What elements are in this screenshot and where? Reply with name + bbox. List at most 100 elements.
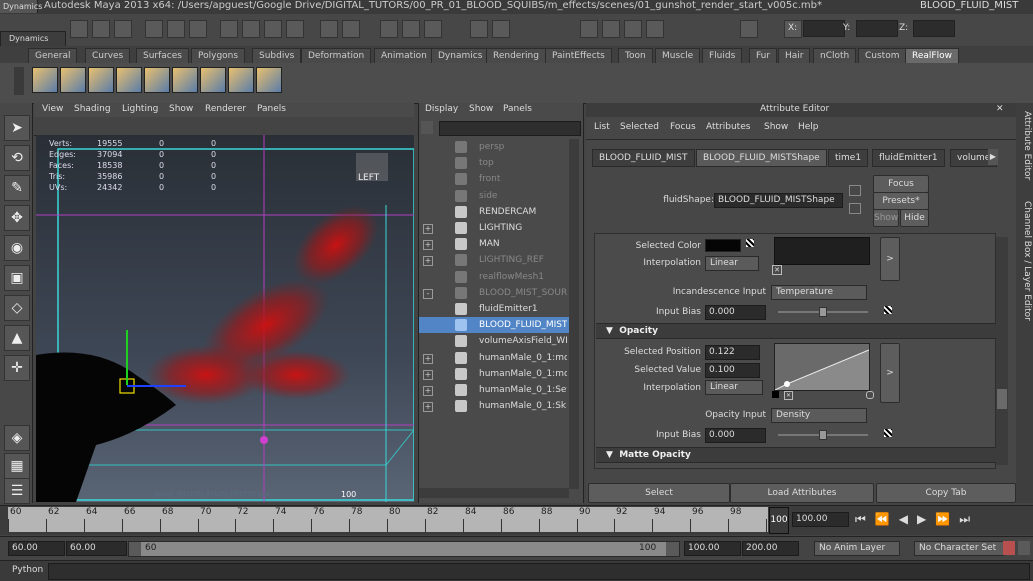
delete-handle-icon[interactable]: ✕ (784, 391, 793, 400)
outliner-filter-icon[interactable] (421, 121, 433, 134)
shelf-tab-rendering[interactable]: Rendering (486, 48, 546, 63)
command-language-label[interactable]: Python (12, 565, 43, 575)
opacity-input-bias-slider-handle[interactable] (819, 430, 827, 440)
shelf-tab-realflow[interactable]: RealFlow (905, 48, 959, 63)
play-forwards-icon[interactable]: ▶ (917, 512, 935, 526)
show-button[interactable]: Show (873, 209, 899, 227)
outliner-item[interactable]: + humanMale_0_1:mocap (419, 366, 569, 382)
snap-grid-icon[interactable] (220, 20, 238, 38)
ae-tab-time[interactable]: time1 (828, 149, 869, 167)
shelf-tab-subdivs[interactable]: Subdivs (252, 48, 302, 63)
shelf-tab-fur[interactable]: Fur (749, 48, 778, 63)
outliner-item[interactable]: + MAN (419, 236, 569, 252)
shelf-tab-toon[interactable]: Toon (618, 48, 653, 63)
menu-renderer[interactable]: Renderer (205, 104, 246, 114)
x-field[interactable] (803, 20, 845, 37)
select-hierarchy-icon[interactable] (145, 20, 163, 38)
ae-scrollbar[interactable] (996, 237, 1008, 465)
ae-menu-attributes[interactable]: Attributes (706, 122, 750, 132)
absolute-transform-icon[interactable] (740, 20, 758, 38)
ae-tab-transform[interactable]: BLOOD_FLUID_MIST (592, 149, 695, 167)
outliner-icon[interactable] (624, 20, 642, 38)
outliner-item[interactable]: volumeAxisField_WIND (419, 333, 569, 349)
outliner-item[interactable]: + humanMale_0_1:model (419, 350, 569, 366)
outliner-menu-panels[interactable]: Panels (503, 104, 532, 114)
outliner-menu-show[interactable]: Show (469, 104, 493, 114)
highlight-selection-icon[interactable] (492, 20, 510, 38)
expand-toggle-icon[interactable]: - (423, 288, 433, 299)
opacity-section-header[interactable]: ▼ Opacity (596, 323, 1002, 339)
outliner-menu-display[interactable]: Display (425, 104, 458, 114)
color-ramp[interactable] (774, 237, 870, 265)
opacity-input-bias-field[interactable]: 0.000 (705, 428, 766, 443)
outliner-item[interactable]: + LIGHTING (419, 220, 569, 236)
scale-tool-icon[interactable]: ▣ (4, 265, 30, 291)
close-icon[interactable]: ✕ (996, 104, 1004, 114)
viewport-3d[interactable]: Verts: 19555 0 0 Edges: 37094 0 0 Faces: 18538 0… (36, 135, 414, 502)
load-attributes-button[interactable]: Load Attributes (730, 483, 874, 503)
outliner-layout-icon[interactable]: ☰ (4, 478, 30, 504)
save-scene-icon[interactable] (114, 20, 132, 38)
shelf-tab-custom[interactable]: Custom (858, 48, 907, 63)
ae-tab-shape[interactable]: BLOOD_FLUID_MISTShape (696, 149, 827, 167)
rotate-tool-icon[interactable]: ◉ (4, 235, 30, 261)
focus-button[interactable]: Focus (873, 175, 929, 193)
outliner-item[interactable]: top (419, 155, 569, 171)
opacity-interpolation-dropdown[interactable]: Linear (705, 380, 763, 395)
goto-input-icon[interactable] (849, 185, 861, 196)
outliner-item[interactable]: + humanMale_0_1:Set (419, 382, 569, 398)
ipr-render-icon[interactable] (402, 20, 420, 38)
playback-end-field[interactable]: 100.00 (684, 541, 741, 556)
outliner-item[interactable]: - BLOOD_MIST_SOURCE (419, 285, 569, 301)
shelf-tool-icon[interactable] (88, 67, 114, 93)
ramp-handle-black-icon[interactable] (772, 391, 779, 398)
copy-tab-button[interactable]: Copy Tab (876, 483, 1016, 503)
shelf-tab-surfaces[interactable]: Surfaces (136, 48, 189, 63)
expand-toggle-icon[interactable]: + (423, 240, 433, 251)
manipulator-tool-icon[interactable]: ◇ (4, 295, 30, 321)
step-back-icon[interactable]: ⏪ (875, 512, 899, 526)
selected-color-swatch[interactable] (705, 239, 741, 252)
map-icon[interactable] (746, 239, 754, 247)
attribute-editor-side-tab[interactable]: Attribute Editor (1018, 111, 1032, 180)
selected-position-field[interactable]: 0.122 (705, 345, 760, 360)
history-icon[interactable] (342, 20, 360, 38)
render-settings-icon[interactable] (424, 20, 442, 38)
lasso-tool-icon[interactable]: ⟲ (4, 145, 30, 171)
ae-menu-selected[interactable]: Selected (620, 122, 659, 132)
layout-icon[interactable] (580, 20, 598, 38)
outliner-item[interactable]: front (419, 171, 569, 187)
select-component-icon[interactable] (189, 20, 207, 38)
auto-key-icon[interactable] (1003, 541, 1015, 555)
tab-scroll-right-icon[interactable]: ▶ (988, 149, 998, 165)
y-field[interactable] (856, 20, 898, 37)
menu-show[interactable]: Show (169, 104, 193, 114)
shelf-tool-icon[interactable] (172, 67, 198, 93)
snap-point-icon[interactable] (264, 20, 282, 38)
matte-opacity-section-header[interactable]: ▼ Matte Opacity (596, 447, 1002, 463)
ae-menu-show[interactable]: Show (764, 122, 788, 132)
ae-scrollbar-thumb[interactable] (997, 389, 1007, 409)
menu-set-dropdown[interactable]: Dynamics (0, 31, 66, 47)
shelf-tab-hair[interactable]: Hair (778, 48, 811, 63)
shelf-tab-dynamics[interactable]: Dynamics (431, 48, 490, 63)
goto-output-icon[interactable] (849, 203, 861, 214)
expand-toggle-icon[interactable]: + (423, 256, 433, 267)
shelf-tab-general[interactable]: General (28, 48, 78, 63)
lock-selection-icon[interactable] (470, 20, 488, 38)
z-field[interactable] (913, 20, 955, 37)
step-forward-icon[interactable]: ⏩ (935, 512, 959, 526)
outliner-item[interactable]: realflowMesh1 (419, 269, 569, 285)
outliner-item[interactable]: + humanMale_0_1:Skin (419, 398, 569, 414)
input-bias-field[interactable]: 0.000 (705, 305, 766, 320)
select-object-icon[interactable] (167, 20, 185, 38)
ae-menu-list[interactable]: List (594, 122, 610, 132)
menu-panels[interactable]: Panels (257, 104, 286, 114)
input-output-icon[interactable] (320, 20, 338, 38)
shelf-tab-fluids[interactable]: Fluids (702, 48, 743, 63)
snap-plane-icon[interactable] (286, 20, 304, 38)
shelf-tab-animation[interactable]: Animation (374, 48, 434, 63)
opacity-input-dropdown[interactable]: Density (771, 408, 867, 423)
shelf-tab-deformation[interactable]: Deformation (301, 48, 372, 63)
expand-toggle-icon[interactable]: + (423, 353, 433, 364)
